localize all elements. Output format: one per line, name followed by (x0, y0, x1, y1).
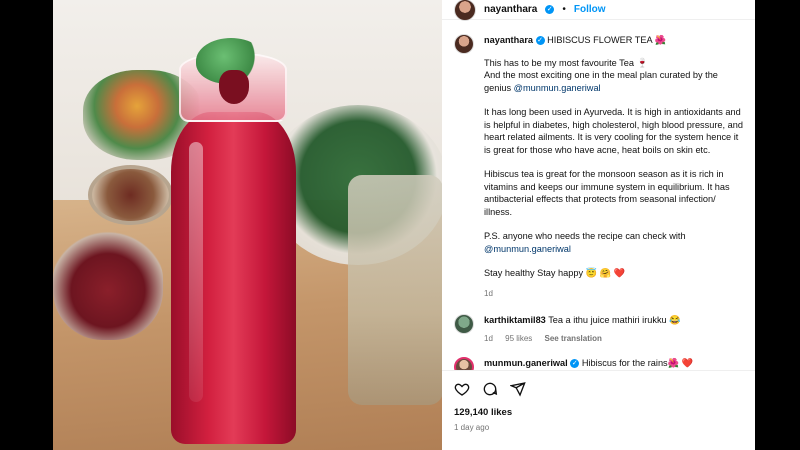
caption: nayanthara ✓ HIBISCUS FLOWER TEA 🌺 This … (442, 34, 755, 300)
post-time: 1 day ago (454, 423, 490, 432)
verified-badge-icon: ✓ (545, 5, 555, 14)
commenter-avatar[interactable] (454, 314, 474, 334)
comment-text: munmun.ganeriwal ✓ Hibiscus for the rain… (484, 357, 693, 371)
post-image[interactable] (53, 0, 442, 450)
likes-count[interactable]: 129,140 likes (454, 407, 743, 418)
comment-icon[interactable] (482, 381, 498, 397)
caption-line-1: This has to be my most favourite Tea 🍷 (484, 57, 648, 68)
hibiscus-garnish (219, 70, 249, 104)
caption-paragraph-monsoon: Hibiscus tea is great for the monsoon se… (484, 169, 730, 217)
author-username[interactable]: nayanthara (484, 4, 537, 15)
comment-username[interactable]: karthiktamil83 (484, 315, 546, 325)
comment-body: Tea a ithu juice mathiri irukku 😂 (548, 315, 681, 325)
photo-dried-hibiscus (53, 230, 163, 340)
caption-ps: P.S. anyone who needs the recipe can che… (484, 231, 686, 241)
instagram-post-viewer: nayanthara ✓ • Follow nayanthara ✓ HIBIS… (0, 0, 800, 450)
caption-paragraph-ayurveda: It has long been used in Ayurveda. It is… (484, 107, 743, 155)
caption-time: 1d (484, 288, 493, 298)
comments-scroll-area[interactable]: nayanthara ✓ HIBISCUS FLOWER TEA 🌺 This … (442, 34, 755, 370)
see-translation-link[interactable]: See translation (545, 334, 602, 343)
caption-body: nayanthara ✓ HIBISCUS FLOWER TEA 🌺 This … (484, 34, 743, 300)
caption-username[interactable]: nayanthara (484, 35, 533, 45)
comment-likes[interactable]: 95 likes (505, 334, 532, 343)
heart-icon[interactable] (454, 381, 470, 397)
header-separator: • (562, 4, 566, 15)
post-side-panel: nayanthara ✓ • Follow nayanthara ✓ HIBIS… (442, 0, 755, 450)
comment-body: Hibiscus for the rains🌺 ❤️ (581, 357, 694, 368)
commenter-avatar[interactable] (454, 356, 474, 370)
author-avatar[interactable] (454, 0, 476, 21)
verified-badge-icon: ✓ (535, 36, 545, 46)
action-icons (454, 379, 743, 399)
share-icon[interactable] (510, 381, 526, 397)
mention-link[interactable]: @munmun.ganeriwal (484, 244, 571, 254)
carafe-body (171, 112, 296, 444)
comment-username[interactable]: munmun.ganeriwal (484, 358, 568, 368)
comment-text: karthiktamil83 Tea a ithu juice mathiri … (484, 314, 681, 327)
comment-meta: 1d 95 likes See translation (484, 334, 681, 343)
caption-signoff: Stay healthy Stay happy 😇 🤗 ❤️ (484, 268, 626, 278)
comment: munmun.ganeriwal ✓ Hibiscus for the rain… (442, 356, 755, 371)
post-header: nayanthara ✓ • Follow (442, 0, 755, 21)
verified-badge-icon: ✓ (570, 358, 580, 368)
photo-strainer (88, 165, 173, 225)
mention-link[interactable]: @munmun.ganeriwal (514, 83, 601, 93)
photo-glass (348, 175, 442, 405)
photo-tea-carafe (171, 38, 296, 444)
caption-avatar[interactable] (454, 34, 474, 54)
comment-time: 1d (484, 333, 493, 343)
caption-title: HIBISCUS FLOWER TEA 🌺 (547, 35, 667, 45)
follow-button[interactable]: Follow (574, 4, 606, 15)
comment: karthiktamil83 Tea a ithu juice mathiri … (442, 314, 755, 343)
post-actions: 129,140 likes 1 day ago (442, 370, 755, 450)
